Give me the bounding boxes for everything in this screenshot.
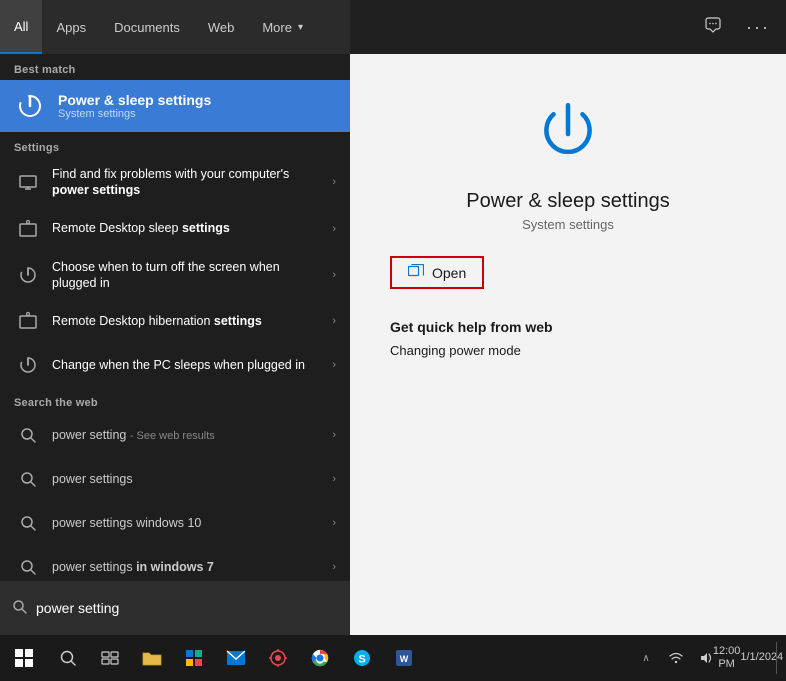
taskbar-start-button[interactable] [4,638,44,678]
web-item-3-text: power settings windows 10 [52,515,322,531]
settings-item-5-text: Change when the PC sleeps when plugged i… [52,357,322,373]
svg-text:S: S [358,654,365,666]
open-button[interactable]: Open [390,256,484,289]
list-item[interactable]: Remote Desktop hibernation settings › [0,299,350,343]
settings-icon-4 [14,307,42,335]
list-item[interactable]: power settings windows 10 › [0,501,350,545]
best-match-title: Power & sleep settings [58,92,211,108]
chevron-right-icon: › [332,315,336,327]
settings-item-1-text: Find and fix problems with your computer… [52,166,322,199]
taskbar: S W ∧ 12:00 PM 1/1/2024 [0,635,786,681]
search-bar [0,581,350,635]
taskbar-skype[interactable]: S [342,638,382,678]
web-item-1-text: power setting - See web results [52,427,322,443]
best-match-item[interactable]: Power & sleep settings System settings [0,80,350,132]
search-web-icon-3 [14,509,42,537]
list-item[interactable]: Remote Desktop sleep settings › [0,207,350,251]
chevron-right-icon: › [332,561,336,573]
right-panel-title: Power & sleep settings [466,190,669,213]
tab-all[interactable]: All [0,0,42,54]
top-nav: All Apps Documents Web More ▾ [0,0,350,54]
taskbar-store[interactable] [174,638,214,678]
chevron-down-icon: ▾ [298,22,303,33]
taskbar-chrome[interactable] [300,638,340,678]
chevron-right-icon: › [332,517,336,529]
search-web-icon-2 [14,465,42,493]
tab-more[interactable]: More ▾ [248,0,317,54]
feedback-icon[interactable] [700,12,726,43]
settings-icon-1 [14,168,42,196]
settings-item-2-text: Remote Desktop sleep settings [52,220,322,236]
taskbar-extra[interactable]: W [384,638,424,678]
results-panel: Best match Power & sleep settings System… [0,54,350,635]
list-item[interactable]: Change when the PC sleeps when plugged i… [0,343,350,387]
tray-chevron[interactable]: ∧ [632,638,660,678]
search-web-icon-1 [14,421,42,449]
right-panel-subtitle: System settings [522,217,614,232]
list-item[interactable]: Find and fix problems with your computer… [0,158,350,207]
svg-text:W: W [400,654,409,664]
tab-web[interactable]: Web [194,0,249,54]
chevron-right-icon: › [332,359,336,371]
tray-network[interactable] [662,638,690,678]
settings-icon-3 [14,261,42,289]
section-settings-label: Settings [0,132,350,158]
settings-icon-2 [14,215,42,243]
tab-apps[interactable]: Apps [42,0,100,54]
taskbar-photos[interactable] [258,638,298,678]
best-match-subtitle: System settings [58,108,211,120]
search-web-icon-4 [14,553,42,581]
web-item-2-text: power settings [52,471,322,487]
search-icon [12,599,28,618]
quick-help-link[interactable]: Changing power mode [390,343,521,358]
chevron-right-icon: › [332,473,336,485]
chevron-right-icon: › [332,269,336,281]
web-item-4-text: power settings in windows 7 [52,559,322,575]
power-settings-icon [14,90,46,122]
system-tray: ∧ 12:00 PM 1/1/2024 [632,638,782,678]
section-web-label: Search the web [0,387,350,413]
chevron-right-icon: › [332,176,336,188]
top-right-area: ··· [350,0,786,54]
settings-item-4-text: Remote Desktop hibernation settings [52,313,322,329]
tab-documents[interactable]: Documents [100,0,194,54]
open-label: Open [432,265,466,281]
best-match-text: Power & sleep settings System settings [58,92,211,120]
taskbar-task-view[interactable] [90,638,130,678]
settings-icon-5 [14,351,42,379]
search-input[interactable] [36,600,338,616]
list-item[interactable]: power setting - See web results › [0,413,350,457]
taskbar-file-explorer[interactable] [132,638,172,678]
right-panel: Power & sleep settings System settings O… [350,54,786,635]
chevron-right-icon: › [332,223,336,235]
taskbar-mail[interactable] [216,638,256,678]
list-item[interactable]: power settings › [0,457,350,501]
power-icon-svg [532,98,604,170]
settings-item-3-text: Choose when to turn off the screen when … [52,259,322,292]
power-icon-container [528,94,608,174]
show-desktop[interactable] [776,642,782,674]
chevron-right-icon: › [332,429,336,441]
quick-help-title: Get quick help from web [390,319,553,335]
taskbar-search-icon[interactable] [48,638,88,678]
open-icon [408,264,424,281]
more-options-icon[interactable]: ··· [742,13,774,42]
list-item[interactable]: Choose when to turn off the screen when … [0,251,350,300]
tray-clock[interactable]: 12:00 PM 1/1/2024 [722,638,774,678]
section-best-match-label: Best match [0,54,350,80]
